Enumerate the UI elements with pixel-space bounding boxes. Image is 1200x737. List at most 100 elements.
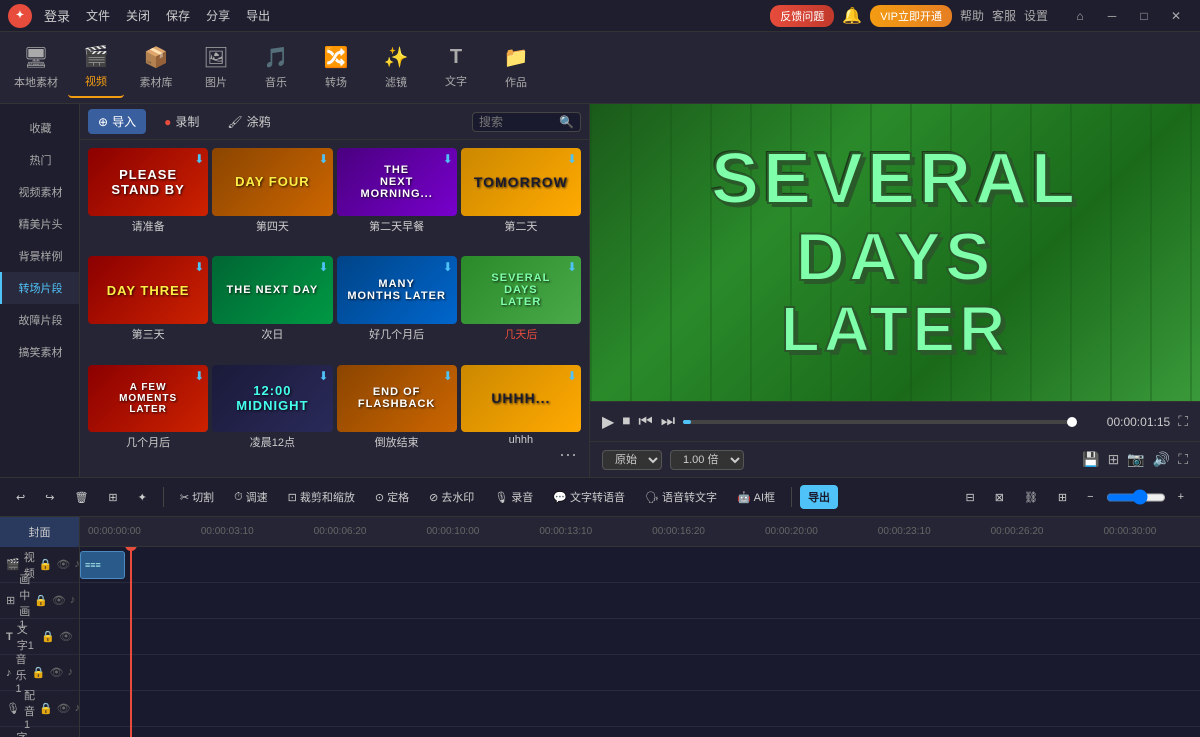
list-item[interactable]: PLEASESTAND BY ⬇ 请准备 [88, 148, 208, 252]
undo-button[interactable]: ↩ [8, 487, 33, 508]
sidebar-bg[interactable]: 背景样例 [0, 240, 79, 272]
zoom-icon[interactable]: ⛶ [1178, 451, 1188, 468]
lock-icon[interactable]: 🔒 [39, 702, 53, 715]
paint-button[interactable]: 🖌 涂鸦 [217, 109, 280, 134]
trim-button[interactable]: ⊡ 裁剪和缩放 [280, 485, 363, 509]
record-button[interactable]: ● 录制 [154, 109, 209, 134]
list-item[interactable]: DAY THREE ⬇ 第三天 [88, 256, 208, 360]
tool-text[interactable]: T 文字 [428, 38, 484, 98]
lock-icon[interactable]: 🔒 [34, 594, 48, 607]
link-button[interactable]: ⛓ [1016, 487, 1046, 508]
cut-button[interactable]: ✂ 切割 [172, 485, 222, 509]
tool-library[interactable]: 📦 素材库 [128, 38, 184, 98]
search-box[interactable]: 🔍 [472, 112, 581, 132]
home-button[interactable]: ⌂ [1064, 4, 1096, 28]
eye-icon[interactable]: 👁 [50, 666, 64, 679]
play-button[interactable]: ▶ [602, 412, 614, 432]
tool-local[interactable]: 🖥 本地素材 [8, 38, 64, 98]
service-link[interactable]: 客服 [992, 7, 1016, 24]
audio-icon[interactable]: ♪ [70, 594, 76, 607]
audio-icon[interactable]: ♪ [68, 666, 74, 679]
download-icon[interactable]: ⬇ [318, 369, 328, 383]
compare-icon[interactable]: ⊞ [1108, 451, 1120, 468]
stabilize-button[interactable]: ⊙ 定格 [367, 485, 417, 509]
lock-icon[interactable]: 🔒 [39, 558, 53, 571]
eye-icon[interactable]: 👁 [52, 594, 66, 607]
download-icon[interactable]: ⬇ [318, 260, 328, 274]
help-link[interactable]: 帮助 [960, 7, 984, 24]
menu-share[interactable]: 分享 [206, 7, 230, 24]
subtitle-button[interactable]: 💬 文字转语音 [545, 485, 633, 509]
import-button[interactable]: ⊕ 导入 [88, 109, 146, 134]
download-icon[interactable]: ⬇ [443, 369, 453, 383]
list-item[interactable]: 12:00MIDNIGHT ⬇ 凌晨12点 [212, 365, 332, 469]
fullscreen-icon[interactable]: ⛶ [1178, 413, 1188, 430]
mode-select[interactable]: 原始 [602, 450, 662, 470]
eye-icon[interactable]: 👁 [57, 702, 71, 715]
sidebar-transition[interactable]: 转场片段 [0, 272, 79, 304]
vip-button[interactable]: VIP立即开通 [870, 5, 952, 27]
zoom-slider[interactable] [1106, 487, 1166, 508]
download-icon[interactable]: ⬇ [443, 260, 453, 274]
speech-button[interactable]: 🗣 语音转文字 [637, 485, 725, 509]
prev-button[interactable]: ⏮ [638, 413, 652, 431]
zoom-out-button[interactable]: − [1079, 487, 1101, 508]
list-item[interactable]: END OFFLASHBACK ⬇ 倒放结束 [337, 365, 457, 469]
tool-music[interactable]: 🎵 音乐 [248, 38, 304, 98]
menu-save[interactable]: 保存 [166, 7, 190, 24]
list-item[interactable]: THENEXTMORNING... ⬇ 第二天早餐 [337, 148, 457, 252]
zoom-in-button[interactable]: + [1170, 487, 1192, 508]
eye-icon[interactable]: 👁 [59, 630, 73, 643]
speed-select[interactable]: 1.00 倍 [670, 450, 744, 470]
download-icon[interactable]: ⬇ [194, 369, 204, 383]
progress-bar[interactable] [683, 420, 1072, 424]
remove-button[interactable]: ⊘ 去水印 [421, 485, 482, 509]
search-input[interactable] [479, 115, 559, 129]
sidebar-funny[interactable]: 搞笑素材 [0, 336, 79, 368]
next-button[interactable]: ⏭ [661, 413, 675, 431]
magic-button[interactable]: ✦ [130, 487, 155, 508]
menu-export[interactable]: 导出 [246, 7, 270, 24]
download-icon[interactable]: ⬇ [318, 152, 328, 166]
download-icon[interactable]: ⬇ [194, 152, 204, 166]
snapshot-icon[interactable]: 📷 [1127, 451, 1144, 468]
close-button[interactable]: ✕ [1160, 4, 1192, 28]
tool-video[interactable]: 🎬 视频 [68, 38, 124, 98]
tool-transition[interactable]: 🔀 转场 [308, 38, 364, 98]
sidebar-favorites[interactable]: 收藏 [0, 112, 79, 144]
ai-button[interactable]: 🤖 AI框 [729, 485, 783, 509]
snap-button[interactable]: ⊟ [958, 487, 983, 508]
ripple-button[interactable]: ⊠ [987, 487, 1012, 508]
save-frame-icon[interactable]: 💾 [1082, 451, 1099, 468]
delete-button[interactable]: 🗑 [66, 487, 96, 508]
feedback-button[interactable]: 反馈问题 [770, 5, 834, 27]
list-item[interactable]: MANYMONTHS LATER ⬇ 好几个月后 [337, 256, 457, 360]
download-icon[interactable]: ⬇ [567, 152, 577, 166]
list-item[interactable]: THE NEXT DAY ⬇ 次日 [212, 256, 332, 360]
list-item[interactable]: UHHH... ⬇ uhhh ··· [461, 365, 581, 469]
list-item[interactable]: A FEWMOMENTSLATER ⬇ 几个月后 [88, 365, 208, 469]
export-button[interactable]: 导出 [800, 485, 838, 509]
maximize-button[interactable]: □ [1128, 4, 1160, 28]
video-clip[interactable]: ≡≡≡ [80, 551, 125, 579]
download-icon[interactable]: ⬇ [194, 260, 204, 274]
eye-icon[interactable]: 👁 [56, 558, 70, 571]
lock-icon[interactable]: 🔒 [32, 666, 46, 679]
sidebar-popular[interactable]: 热门 [0, 144, 79, 176]
volume-icon[interactable]: 🔊 [1153, 451, 1170, 468]
adjust-button[interactable]: ⏱ 调速 [226, 485, 276, 509]
cover-label[interactable]: 封面 [0, 517, 80, 547]
download-icon[interactable]: ⬇ [443, 152, 453, 166]
more-button[interactable]: ··· [555, 440, 581, 469]
list-item[interactable]: TOMORROW ⬇ 第二天 [461, 148, 581, 252]
split-mode-button[interactable]: ⊞ [100, 487, 125, 508]
tool-photo[interactable]: 🖼 图片 [188, 38, 244, 98]
tool-works[interactable]: 📁 作品 [488, 38, 544, 98]
redo-button[interactable]: ↪ [37, 487, 62, 508]
minimize-button[interactable]: ─ [1096, 4, 1128, 28]
download-icon[interactable]: ⬇ [567, 260, 577, 274]
sidebar-intro[interactable]: 精美片头 [0, 208, 79, 240]
preview-btn2[interactable]: ⊞ [1050, 487, 1075, 508]
sidebar-glitch[interactable]: 故障片段 [0, 304, 79, 336]
lock-icon[interactable]: 🔒 [41, 630, 55, 643]
